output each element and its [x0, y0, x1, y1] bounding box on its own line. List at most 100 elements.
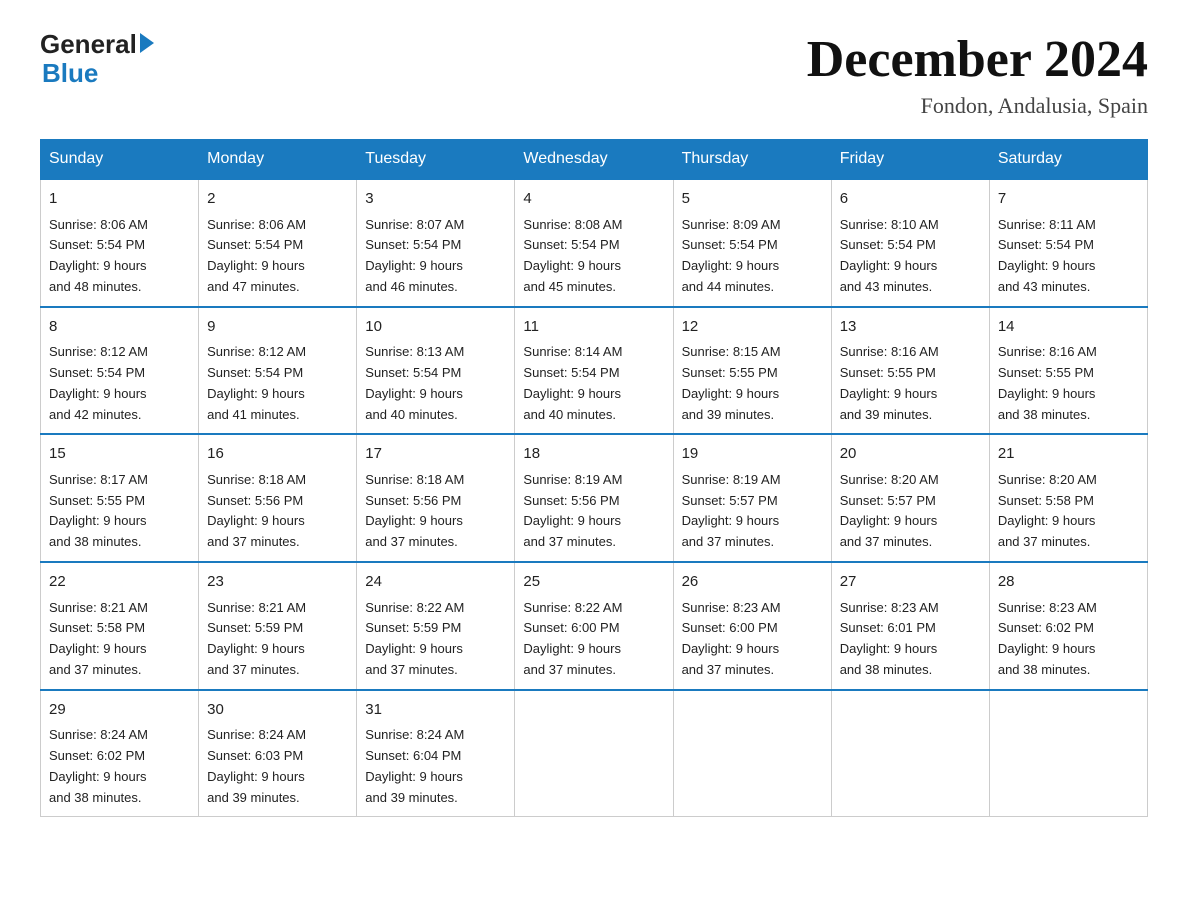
- table-row: 16 Sunrise: 8:18 AMSunset: 5:56 PMDayligh…: [199, 434, 357, 562]
- table-row: 4 Sunrise: 8:08 AMSunset: 5:54 PMDaylight…: [515, 179, 673, 307]
- cell-info: Sunrise: 8:06 AMSunset: 5:54 PMDaylight:…: [207, 215, 348, 298]
- day-number: 29: [49, 699, 190, 722]
- calendar-week-row: 8 Sunrise: 8:12 AMSunset: 5:54 PMDaylight…: [41, 307, 1148, 435]
- table-row: 8 Sunrise: 8:12 AMSunset: 5:54 PMDaylight…: [41, 307, 199, 435]
- day-number: 10: [365, 316, 506, 339]
- day-number: 6: [840, 188, 981, 211]
- calendar-week-row: 22 Sunrise: 8:21 AMSunset: 5:58 PMDayligh…: [41, 562, 1148, 690]
- calendar-table: Sunday Monday Tuesday Wednesday Thursday…: [40, 139, 1148, 817]
- cell-info: Sunrise: 8:15 AMSunset: 5:55 PMDaylight:…: [682, 342, 823, 425]
- logo-general: General: [40, 30, 137, 59]
- cell-info: Sunrise: 8:23 AMSunset: 6:00 PMDaylight:…: [682, 598, 823, 681]
- cell-info: Sunrise: 8:19 AMSunset: 5:57 PMDaylight:…: [682, 470, 823, 553]
- cell-info: Sunrise: 8:19 AMSunset: 5:56 PMDaylight:…: [523, 470, 664, 553]
- day-number: 21: [998, 443, 1139, 466]
- cell-info: Sunrise: 8:12 AMSunset: 5:54 PMDaylight:…: [207, 342, 348, 425]
- col-saturday: Saturday: [989, 140, 1147, 180]
- page-header: General Blue December 2024 Fondon, Andal…: [40, 30, 1148, 119]
- day-number: 31: [365, 699, 506, 722]
- cell-info: Sunrise: 8:13 AMSunset: 5:54 PMDaylight:…: [365, 342, 506, 425]
- cell-info: Sunrise: 8:14 AMSunset: 5:54 PMDaylight:…: [523, 342, 664, 425]
- cell-info: Sunrise: 8:06 AMSunset: 5:54 PMDaylight:…: [49, 215, 190, 298]
- table-row: 15Sunrise: 8:17 AMSunset: 5:55 PMDayligh…: [41, 434, 199, 562]
- cell-info: Sunrise: 8:08 AMSunset: 5:54 PMDaylight:…: [523, 215, 664, 298]
- cell-info: Sunrise: 8:23 AMSunset: 6:01 PMDaylight:…: [840, 598, 981, 681]
- day-number: 5: [682, 188, 823, 211]
- cell-info: Sunrise: 8:18 AMSunset: 5:56 PMDaylight:…: [207, 470, 348, 553]
- cell-info: Sunrise: 8:20 AMSunset: 5:57 PMDaylight:…: [840, 470, 981, 553]
- day-number: 30: [207, 699, 348, 722]
- table-row: 10 Sunrise: 8:13 AMSunset: 5:54 PMDayligh…: [357, 307, 515, 435]
- table-row: 29Sunrise: 8:24 AMSunset: 6:02 PMDayligh…: [41, 690, 199, 817]
- cell-info: Sunrise: 8:12 AMSunset: 5:54 PMDaylight:…: [49, 342, 190, 425]
- table-row: 31 Sunrise: 8:24 AMSunset: 6:04 PMDayligh…: [357, 690, 515, 817]
- cell-info: Sunrise: 8:16 AMSunset: 5:55 PMDaylight:…: [840, 342, 981, 425]
- table-row: 9 Sunrise: 8:12 AMSunset: 5:54 PMDaylight…: [199, 307, 357, 435]
- cell-info: Sunrise: 8:17 AMSunset: 5:55 PMDaylight:…: [49, 470, 190, 553]
- table-row: [831, 690, 989, 817]
- day-number: 28: [998, 571, 1139, 594]
- day-number: 18: [523, 443, 664, 466]
- table-row: 18 Sunrise: 8:19 AMSunset: 5:56 PMDayligh…: [515, 434, 673, 562]
- day-number: 2: [207, 188, 348, 211]
- day-number: 4: [523, 188, 664, 211]
- table-row: [515, 690, 673, 817]
- cell-info: Sunrise: 8:22 AMSunset: 5:59 PMDaylight:…: [365, 598, 506, 681]
- col-sunday: Sunday: [41, 140, 199, 180]
- table-row: 13 Sunrise: 8:16 AMSunset: 5:55 PMDayligh…: [831, 307, 989, 435]
- day-number: 22: [49, 571, 190, 594]
- cell-info: Sunrise: 8:22 AMSunset: 6:00 PMDaylight:…: [523, 598, 664, 681]
- location-subtitle: Fondon, Andalusia, Spain: [807, 93, 1148, 119]
- col-tuesday: Tuesday: [357, 140, 515, 180]
- table-row: 3 Sunrise: 8:07 AMSunset: 5:54 PMDaylight…: [357, 179, 515, 307]
- day-number: 25: [523, 571, 664, 594]
- day-number: 3: [365, 188, 506, 211]
- table-row: 26Sunrise: 8:23 AMSunset: 6:00 PMDayligh…: [673, 562, 831, 690]
- table-row: 21Sunrise: 8:20 AMSunset: 5:58 PMDayligh…: [989, 434, 1147, 562]
- cell-info: Sunrise: 8:23 AMSunset: 6:02 PMDaylight:…: [998, 598, 1139, 681]
- cell-info: Sunrise: 8:09 AMSunset: 5:54 PMDaylight:…: [682, 215, 823, 298]
- col-thursday: Thursday: [673, 140, 831, 180]
- table-row: 12 Sunrise: 8:15 AMSunset: 5:55 PMDayligh…: [673, 307, 831, 435]
- day-number: 8: [49, 316, 190, 339]
- cell-info: Sunrise: 8:24 AMSunset: 6:04 PMDaylight:…: [365, 725, 506, 808]
- col-monday: Monday: [199, 140, 357, 180]
- day-number: 11: [523, 316, 664, 339]
- table-row: 20 Sunrise: 8:20 AMSunset: 5:57 PMDayligh…: [831, 434, 989, 562]
- table-row: 1 Sunrise: 8:06 AMSunset: 5:54 PMDaylight…: [41, 179, 199, 307]
- day-number: 9: [207, 316, 348, 339]
- day-number: 1: [49, 188, 190, 211]
- title-block: December 2024 Fondon, Andalusia, Spain: [807, 30, 1148, 119]
- day-number: 27: [840, 571, 981, 594]
- cell-info: Sunrise: 8:07 AMSunset: 5:54 PMDaylight:…: [365, 215, 506, 298]
- cell-info: Sunrise: 8:24 AMSunset: 6:03 PMDaylight:…: [207, 725, 348, 808]
- day-number: 16: [207, 443, 348, 466]
- table-row: 22 Sunrise: 8:21 AMSunset: 5:58 PMDayligh…: [41, 562, 199, 690]
- table-row: [673, 690, 831, 817]
- day-number: 23: [207, 571, 348, 594]
- day-number: 20: [840, 443, 981, 466]
- table-row: 19Sunrise: 8:19 AMSunset: 5:57 PMDayligh…: [673, 434, 831, 562]
- day-number: 14: [998, 316, 1139, 339]
- table-row: 27 Sunrise: 8:23 AMSunset: 6:01 PMDayligh…: [831, 562, 989, 690]
- logo-arrow-icon: [140, 33, 154, 53]
- table-row: 17Sunrise: 8:18 AMSunset: 5:56 PMDayligh…: [357, 434, 515, 562]
- table-row: 2 Sunrise: 8:06 AMSunset: 5:54 PMDaylight…: [199, 179, 357, 307]
- table-row: 25 Sunrise: 8:22 AMSunset: 6:00 PMDayligh…: [515, 562, 673, 690]
- cell-info: Sunrise: 8:21 AMSunset: 5:59 PMDaylight:…: [207, 598, 348, 681]
- table-row: 7Sunrise: 8:11 AMSunset: 5:54 PMDaylight…: [989, 179, 1147, 307]
- table-row: 6 Sunrise: 8:10 AMSunset: 5:54 PMDaylight…: [831, 179, 989, 307]
- table-row: 14 Sunrise: 8:16 AMSunset: 5:55 PMDayligh…: [989, 307, 1147, 435]
- table-row: 24Sunrise: 8:22 AMSunset: 5:59 PMDayligh…: [357, 562, 515, 690]
- day-number: 13: [840, 316, 981, 339]
- day-number: 12: [682, 316, 823, 339]
- day-number: 7: [998, 188, 1139, 211]
- table-row: 30 Sunrise: 8:24 AMSunset: 6:03 PMDayligh…: [199, 690, 357, 817]
- table-row: 5 Sunrise: 8:09 AMSunset: 5:54 PMDaylight…: [673, 179, 831, 307]
- calendar-week-row: 15Sunrise: 8:17 AMSunset: 5:55 PMDayligh…: [41, 434, 1148, 562]
- cell-info: Sunrise: 8:10 AMSunset: 5:54 PMDaylight:…: [840, 215, 981, 298]
- cell-info: Sunrise: 8:21 AMSunset: 5:58 PMDaylight:…: [49, 598, 190, 681]
- month-year-title: December 2024: [807, 30, 1148, 89]
- cell-info: Sunrise: 8:16 AMSunset: 5:55 PMDaylight:…: [998, 342, 1139, 425]
- calendar-week-row: 29Sunrise: 8:24 AMSunset: 6:02 PMDayligh…: [41, 690, 1148, 817]
